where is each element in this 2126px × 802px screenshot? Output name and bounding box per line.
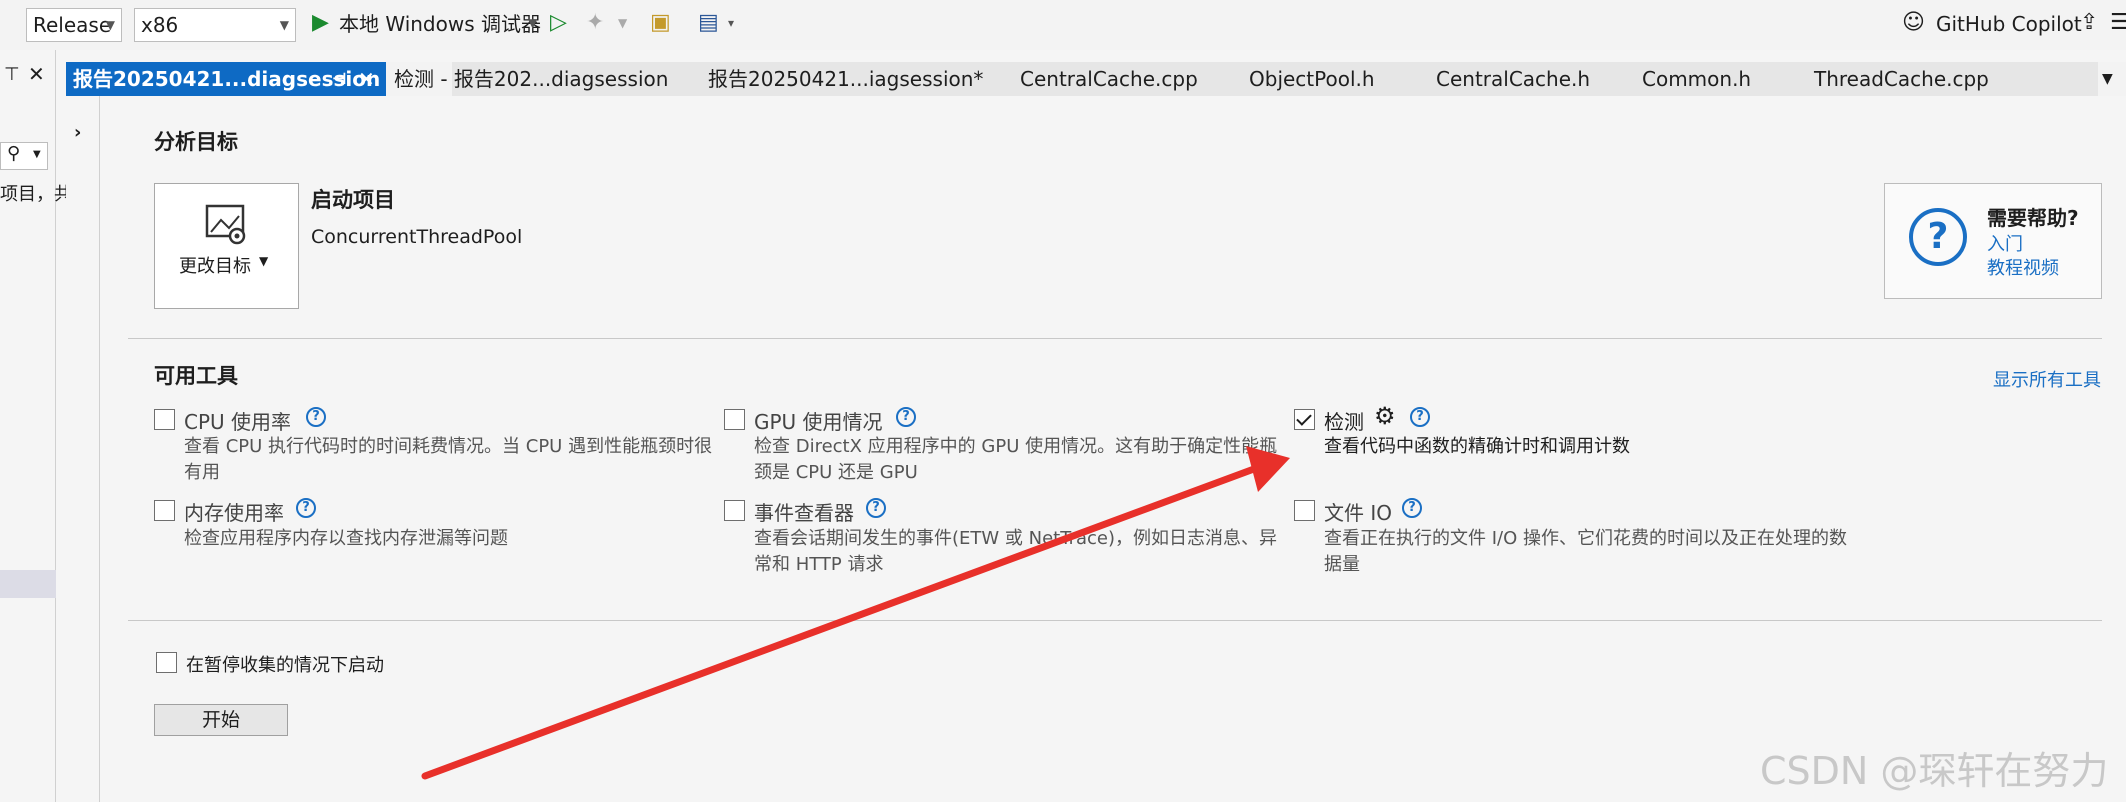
diagnostics-window: Release ▼ x86 ▼ ▶ 本地 Windows 调试器 ▼ ▷ ✦ ▼… xyxy=(0,0,2126,802)
red-arrow-annotation xyxy=(421,446,1290,780)
